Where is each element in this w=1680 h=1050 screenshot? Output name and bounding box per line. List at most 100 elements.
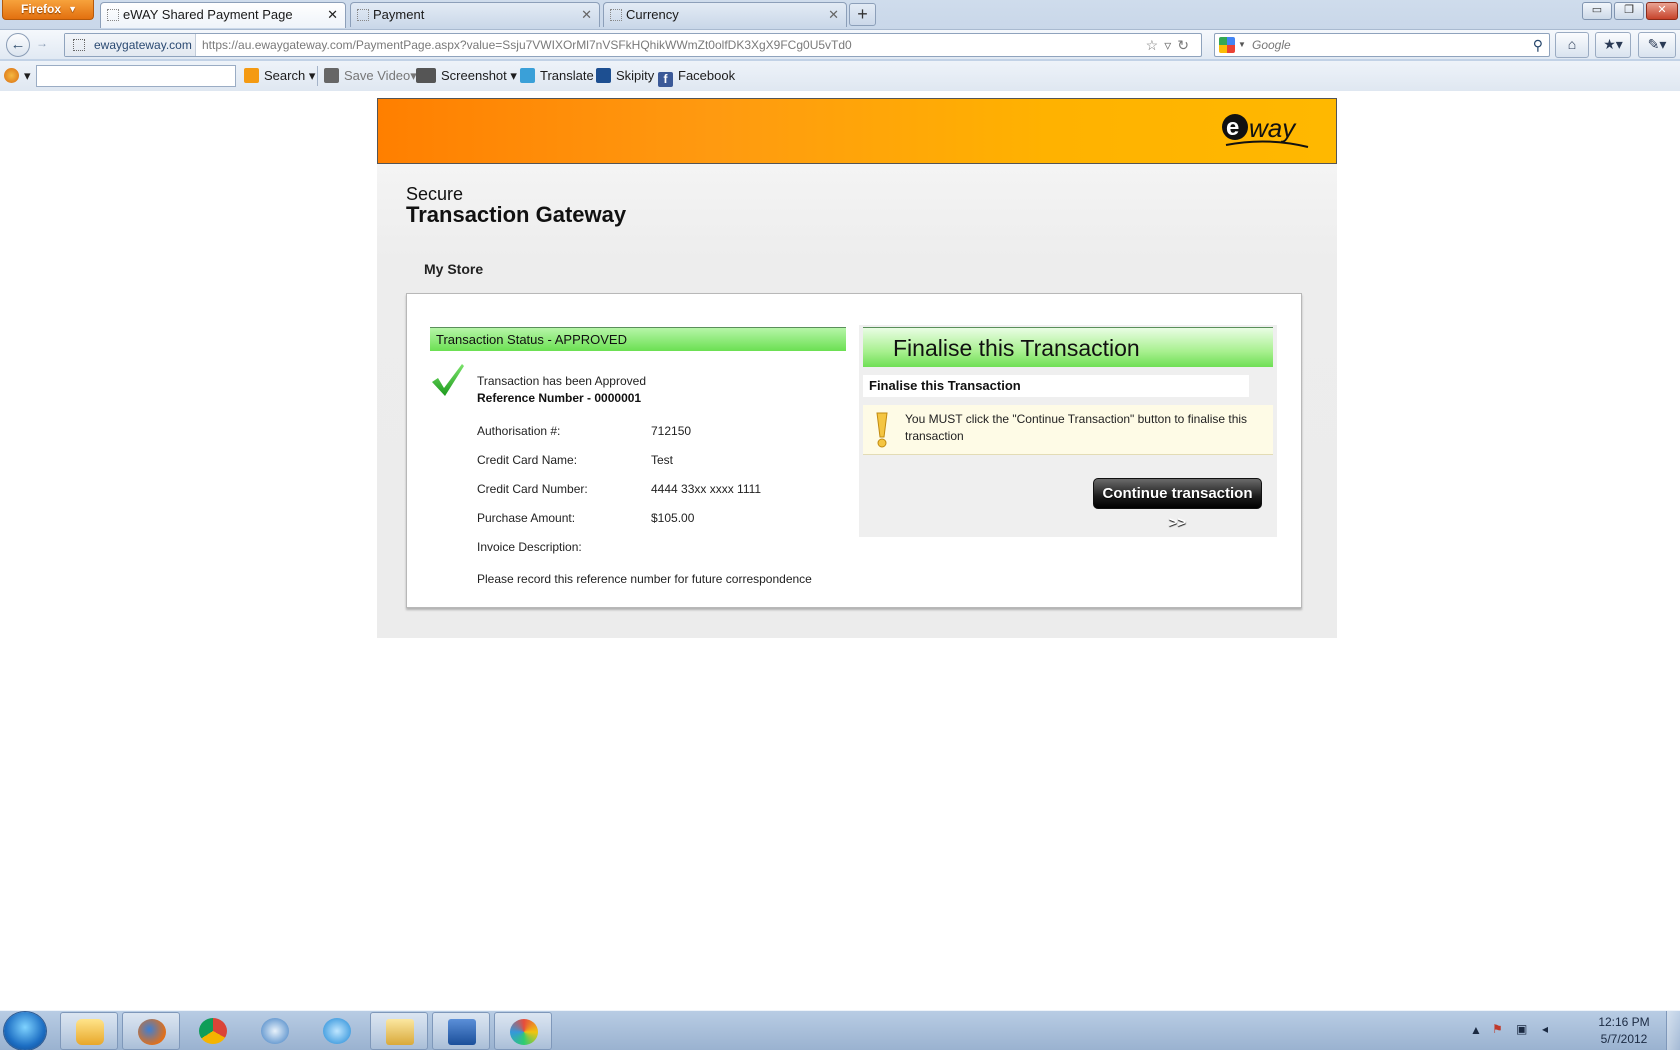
system-tray: ▲ ⚑ ▣ ◂	[1470, 1011, 1570, 1050]
translate-button[interactable]: Translate	[520, 61, 594, 91]
save-video-label: Save Video	[344, 68, 411, 83]
bookmarks-icon[interactable]: ★▾	[1595, 32, 1631, 58]
detail-label: Credit Card Name:	[477, 453, 578, 467]
chevron-down-icon[interactable]: ▼	[1238, 34, 1246, 56]
taskbar-safari[interactable]	[246, 1012, 304, 1050]
restore-button[interactable]: ❐	[1614, 2, 1644, 20]
checkmark-icon	[432, 364, 464, 396]
search-icon[interactable]: ⚲	[1533, 34, 1543, 56]
volume-icon[interactable]: ◂	[1542, 1022, 1548, 1036]
firefox-icon	[138, 1019, 166, 1045]
tab-title: Payment	[373, 7, 425, 22]
taskbar-paint[interactable]	[494, 1012, 552, 1050]
home-icon[interactable]: ⌂	[1555, 32, 1589, 58]
reload-icon[interactable]: ↻	[1177, 37, 1195, 53]
eway-banner: e way	[377, 98, 1337, 164]
addon-icon[interactable]: ✎▾	[1638, 32, 1676, 58]
search-bar[interactable]: ▼ Google ⚲	[1214, 33, 1550, 57]
detail-label: Credit Card Number:	[477, 482, 588, 496]
site-identity[interactable]: ewaygateway.com	[65, 34, 196, 56]
toolbar-search-label: Search	[264, 68, 306, 83]
word-icon	[448, 1019, 476, 1045]
bookmark-star-icon[interactable]: ☆	[1146, 37, 1165, 53]
taskbar-chrome[interactable]	[184, 1012, 242, 1050]
continue-transaction-button[interactable]: Continue transaction >>	[1093, 478, 1262, 531]
transaction-status-header: Transaction Status - APPROVED	[430, 327, 846, 351]
tab-eway-payment[interactable]: eWAY Shared Payment Page ✕	[100, 2, 346, 28]
forward-arrow-icon[interactable]: →	[32, 35, 52, 55]
finalise-header: Finalise this Transaction	[863, 327, 1273, 367]
skipity-icon	[596, 68, 611, 83]
exclamation-icon	[876, 412, 888, 448]
facebook-button[interactable]: f Facebook	[658, 61, 735, 91]
taskbar-outlook[interactable]	[60, 1012, 118, 1050]
show-desktop-button[interactable]	[1666, 1011, 1680, 1050]
translate-icon	[520, 68, 535, 83]
close-icon[interactable]: ✕	[581, 3, 592, 27]
toolbar-search-input[interactable]	[36, 65, 236, 87]
skipity-button[interactable]: Skipity	[596, 61, 654, 91]
tab-currency[interactable]: Currency ✕	[603, 2, 847, 27]
taskbar-firefox[interactable]	[122, 1012, 180, 1050]
google-icon[interactable]	[1219, 37, 1235, 53]
toolbar-logo-icon[interactable]: ▾	[4, 61, 31, 91]
taskbar-clock[interactable]: 12:16 PM 5/7/2012	[1594, 1014, 1654, 1048]
show-hidden-icons-icon[interactable]: ▲	[1470, 1023, 1482, 1037]
firefox-menu-button[interactable]: Firefox ▼	[2, 0, 94, 20]
clock-date: 5/7/2012	[1600, 1032, 1648, 1046]
clock-time: 12:16 PM	[1598, 1015, 1650, 1029]
save-video-button[interactable]: Save Video▾	[324, 61, 417, 91]
network-icon[interactable]: ▣	[1516, 1022, 1527, 1036]
skipity-label: Skipity	[616, 68, 655, 83]
url-text[interactable]: https://au.ewaygateway.com/PaymentPage.a…	[202, 34, 1102, 56]
folder-icon	[386, 1019, 414, 1045]
detail-value: 712150	[651, 424, 692, 438]
outlook-icon	[76, 1019, 104, 1045]
page-title: Transaction Gateway	[406, 202, 627, 227]
page-icon	[357, 9, 369, 21]
finalise-subheading: Finalise this Transaction	[863, 375, 1249, 397]
flag-icon[interactable]: ⚑	[1492, 1022, 1503, 1036]
url-bar[interactable]: ewaygateway.com https://au.ewaygateway.c…	[64, 33, 1202, 57]
tab-title: Currency	[626, 7, 679, 22]
warning-box: You MUST click the "Continue Transaction…	[863, 405, 1273, 455]
bing-icon	[244, 68, 259, 83]
detail-value: $105.00	[651, 511, 695, 525]
internet-explorer-icon	[323, 1018, 351, 1044]
screenshot-button[interactable]: Screenshot ▾	[416, 61, 517, 91]
svg-text:way: way	[1249, 113, 1297, 143]
facebook-label: Facebook	[678, 68, 736, 83]
browser-chrome: Firefox ▼ eWAY Shared Payment Page ✕ Pay…	[0, 0, 1680, 91]
taskbar-word[interactable]	[432, 1012, 490, 1050]
window-close-button[interactable]: ✕	[1646, 2, 1678, 20]
screenshot-label: Screenshot	[441, 68, 507, 83]
navigation-bar: ← → ewaygateway.com https://au.ewaygatew…	[0, 29, 1680, 59]
translate-label: Translate	[540, 68, 594, 83]
toolbar-search-button[interactable]: Search ▾	[244, 61, 315, 91]
toolbar-divider	[317, 66, 318, 86]
back-arrow-icon[interactable]: ←	[6, 33, 30, 57]
detail-label: Purchase Amount:	[477, 511, 576, 525]
new-tab-button[interactable]: +	[849, 3, 876, 26]
detail-label: Authorisation #:	[477, 424, 561, 438]
facebook-icon: f	[658, 72, 673, 87]
video-icon	[324, 68, 339, 83]
store-name: My Store	[424, 261, 484, 277]
reference-note: Please record this reference number for …	[477, 572, 812, 586]
taskbar-ie[interactable]	[308, 1012, 366, 1050]
chevron-down-icon: ▼	[68, 4, 77, 14]
chrome-icon	[199, 1018, 227, 1044]
close-icon[interactable]: ✕	[828, 3, 839, 27]
page-icon	[73, 39, 85, 51]
reference-number: Reference Number - 0000001	[477, 391, 642, 405]
start-button[interactable]	[4, 1012, 46, 1050]
page-icon	[107, 9, 119, 21]
chevron-down-icon[interactable]: ▿	[1164, 37, 1177, 53]
eway-logo: e way	[1222, 113, 1309, 148]
close-icon[interactable]: ✕	[327, 3, 338, 27]
approved-message: Transaction has been Approved	[477, 374, 647, 388]
safari-icon	[261, 1018, 289, 1044]
tab-payment[interactable]: Payment ✕	[350, 2, 600, 27]
taskbar-explorer[interactable]	[370, 1012, 428, 1050]
minimize-button[interactable]: ▭	[1582, 2, 1612, 20]
